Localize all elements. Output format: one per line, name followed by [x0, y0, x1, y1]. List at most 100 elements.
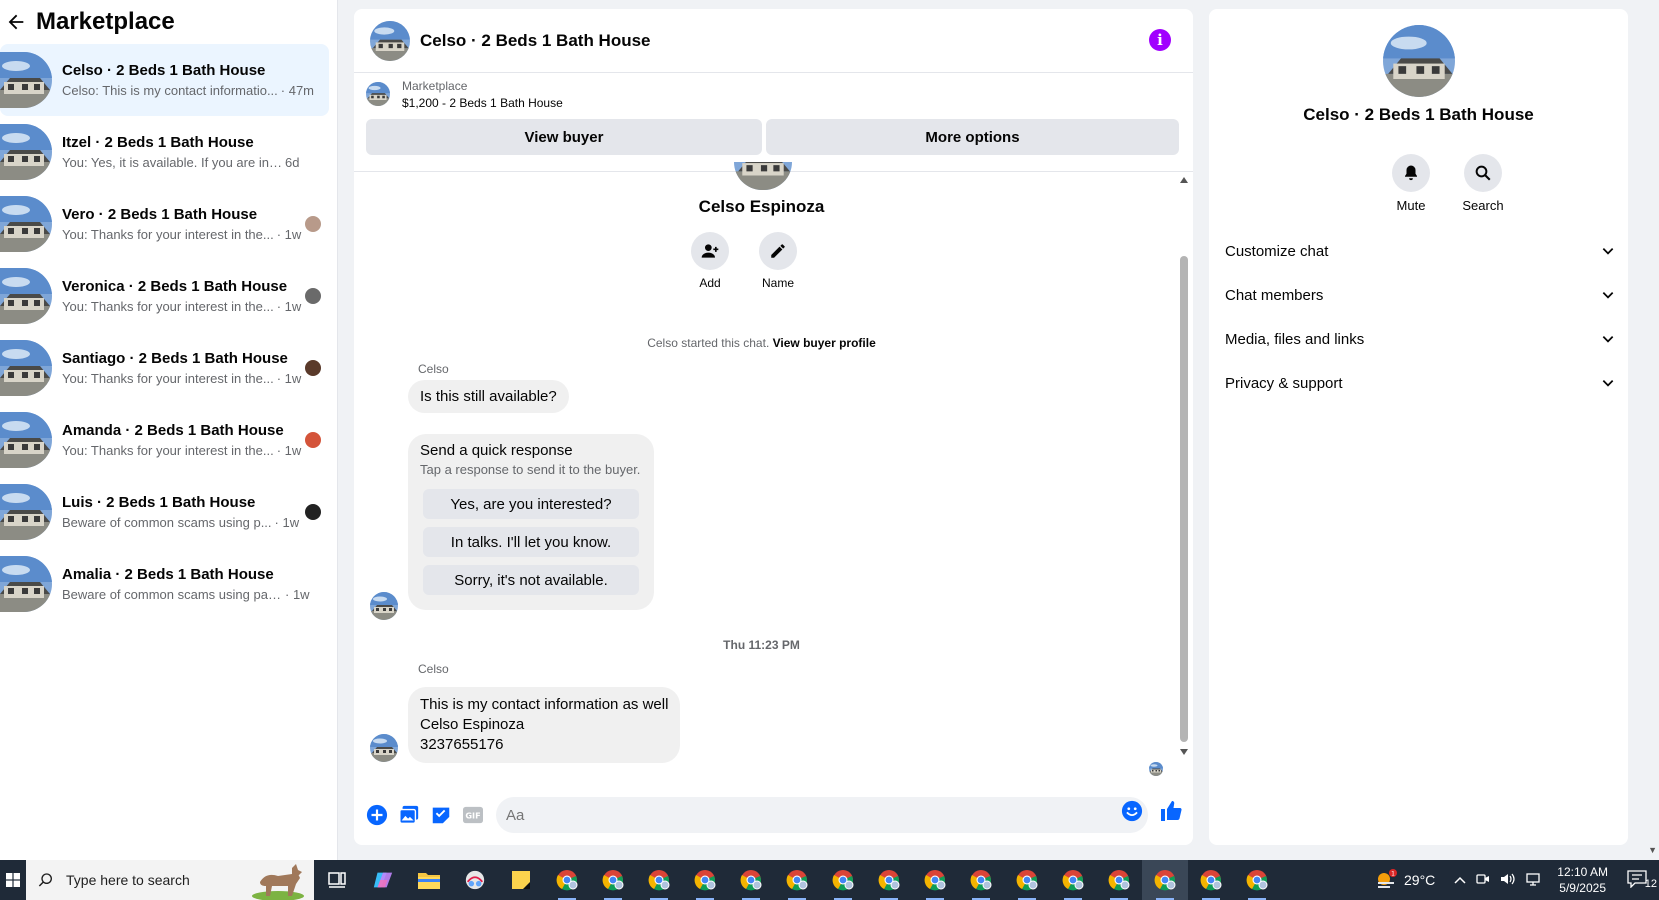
chat-actions: View buyer More options — [354, 119, 1193, 155]
conversation-preview: You: Yes, it is available. If you are in… — [62, 155, 282, 170]
buyer-name: Celso Espinoza — [698, 197, 825, 216]
chat-panel: Celso · 2 Beds 1 Bath House i Marketplac… — [354, 9, 1193, 845]
emoji-icon[interactable] — [1121, 800, 1143, 827]
chrome-profile-icon[interactable] — [682, 860, 728, 900]
sidebar-header: Marketplace — [0, 0, 337, 44]
conversation-time: · 1w — [285, 587, 310, 602]
listing-banner[interactable]: Marketplace $1,200 - 2 Beds 1 Bath House — [354, 73, 1193, 115]
sticky-notes-icon[interactable] — [498, 860, 544, 900]
conversation-name: Santiago · 2 Beds 1 Bath House — [62, 350, 288, 367]
notifications-icon[interactable]: 12 — [1627, 869, 1657, 891]
conversation-time: 6d — [285, 155, 300, 170]
meet-now-icon[interactable] — [1476, 872, 1490, 889]
add-contact-button[interactable]: Add — [680, 232, 740, 290]
conversation-item[interactable]: Celso · 2 Beds 1 Bath House Celso: This i… — [0, 44, 329, 116]
back-arrow-icon[interactable] — [2, 8, 30, 36]
conversation-item[interactable]: Itzel · 2 Beds 1 Bath House You: Yes, it … — [0, 116, 329, 188]
chrome-profile-icon[interactable] — [1050, 860, 1096, 900]
taskbar-search-box[interactable]: Type here to search — [26, 860, 314, 900]
customize-chat-section[interactable]: Customize chat — [1225, 231, 1615, 271]
contact-message-bubble[interactable]: This is my contact information as well C… — [408, 687, 681, 763]
more-options-button[interactable]: More options — [766, 119, 1179, 155]
chrome-profile-icon[interactable] — [636, 860, 682, 900]
chevron-up-icon[interactable] — [1454, 873, 1466, 887]
conversation-thumbnail — [0, 484, 52, 540]
scrollbar-thumb[interactable] — [1180, 256, 1188, 742]
sender-avatar[interactable] — [370, 592, 398, 620]
chat-avatar[interactable] — [370, 21, 410, 61]
sender-avatar[interactable] — [370, 734, 398, 762]
chrome-profile-icon[interactable] — [912, 860, 958, 900]
speaker-icon[interactable] — [1500, 872, 1516, 889]
conversation-preview: Celso: This is my contact informatio... — [62, 83, 278, 98]
edit-name-button[interactable]: Name — [748, 232, 808, 290]
name-label: Name — [761, 276, 794, 290]
conversation-sidebar: Marketplace Celso · 2 Beds 1 Bath House C… — [0, 0, 338, 860]
section-label: Customize chat — [1225, 242, 1329, 260]
chrome-profile-icon[interactable] — [1004, 860, 1050, 900]
quick-reply-not-available[interactable]: Sorry, it's not available. — [423, 565, 639, 595]
conversation-name: Amalia · 2 Beds 1 Bath House — [62, 566, 274, 583]
file-explorer-icon[interactable] — [406, 860, 452, 900]
taskbar-clock[interactable]: 12:10 AM 5/9/2025 — [1557, 864, 1608, 896]
chrome-profile-icon[interactable] — [774, 860, 820, 900]
plus-icon[interactable] — [362, 800, 392, 830]
view-buyer-button[interactable]: View buyer — [366, 119, 762, 155]
chat-started-notice: Celso started this chat. View buyer prof… — [354, 336, 1169, 350]
conversation-item[interactable]: Luis · 2 Beds 1 Bath House Beware of comm… — [0, 476, 329, 548]
info-icon[interactable]: i — [1149, 29, 1171, 51]
chrome-profile-icon[interactable] — [1188, 860, 1234, 900]
weather-icon[interactable]: 1 — [1374, 869, 1398, 891]
task-view-icon[interactable] — [314, 860, 360, 900]
page-scroll-down-icon[interactable]: ▼ — [1648, 845, 1657, 855]
windows-start-icon[interactable] — [0, 860, 26, 900]
message-bubble[interactable]: Is this still available? — [408, 380, 569, 413]
chrome-profile-icon[interactable] — [728, 860, 774, 900]
chat-title[interactable]: Celso · 2 Beds 1 Bath House — [420, 31, 651, 51]
taskbar-search-placeholder: Type here to search — [66, 872, 190, 888]
quick-reply-in-talks[interactable]: In talks. I'll let you know. — [423, 527, 639, 557]
network-icon[interactable] — [1526, 872, 1542, 889]
chevron-down-icon — [1602, 248, 1614, 255]
conversation-item[interactable]: Veronica · 2 Beds 1 Bath House You: Thank… — [0, 260, 329, 332]
conversation-thumbnail — [0, 124, 52, 180]
chrome-profile-icon[interactable] — [544, 860, 590, 900]
conversation-item[interactable]: Amanda · 2 Beds 1 Bath House You: Thanks … — [0, 404, 329, 476]
gif-icon[interactable]: GIF — [458, 800, 488, 830]
search-button[interactable]: Search — [1453, 154, 1513, 213]
sticker-icon[interactable] — [426, 800, 456, 830]
conversation-thumbnail — [0, 556, 52, 612]
chrome-profile-icon[interactable] — [590, 860, 636, 900]
message-scrollbar[interactable] — [1178, 176, 1188, 756]
view-buyer-profile-link[interactable]: View buyer profile — [773, 336, 876, 350]
section-label: Chat members — [1225, 286, 1324, 304]
chevron-down-icon — [1602, 380, 1614, 387]
chrome-profile-icon[interactable] — [820, 860, 866, 900]
message-input[interactable] — [496, 797, 1148, 833]
chrome-profile-icon[interactable] — [958, 860, 1004, 900]
details-avatar[interactable] — [1383, 25, 1455, 97]
temperature[interactable]: 29°C — [1404, 872, 1435, 888]
quick-reply-yes[interactable]: Yes, are you interested? — [423, 489, 639, 519]
thumbs-up-icon[interactable] — [1159, 799, 1183, 828]
mute-button[interactable]: Mute — [1381, 154, 1441, 213]
photo-icon[interactable] — [394, 800, 424, 830]
conversation-item[interactable]: Amalia · 2 Beds 1 Bath House Beware of co… — [0, 548, 329, 620]
chrome-profile-icon[interactable] — [866, 860, 912, 900]
search-icon — [38, 873, 52, 887]
chat-members-section[interactable]: Chat members — [1225, 275, 1615, 315]
started-text: Celso started this chat. — [647, 336, 770, 350]
quick-response-title: Send a quick response — [420, 442, 573, 459]
copilot-icon[interactable] — [360, 860, 406, 900]
snipping-tool-icon[interactable] — [452, 860, 498, 900]
conversation-item[interactable]: Santiago · 2 Beds 1 Bath House You: Thank… — [0, 332, 329, 404]
conversation-name: Celso · 2 Beds 1 Bath House — [62, 62, 266, 79]
privacy-support-section[interactable]: Privacy & support — [1225, 363, 1615, 403]
conversation-item[interactable]: Vero · 2 Beds 1 Bath House You: Thanks fo… — [0, 188, 329, 260]
chrome-profile-icon-active[interactable] — [1142, 860, 1188, 900]
chrome-profile-icon[interactable] — [1234, 860, 1280, 900]
chrome-profile-icon[interactable] — [1096, 860, 1142, 900]
conversation-list: Celso · 2 Beds 1 Bath House Celso: This i… — [0, 44, 337, 620]
svg-text:GIF: GIF — [465, 811, 480, 821]
media-files-links-section[interactable]: Media, files and links — [1225, 319, 1615, 359]
